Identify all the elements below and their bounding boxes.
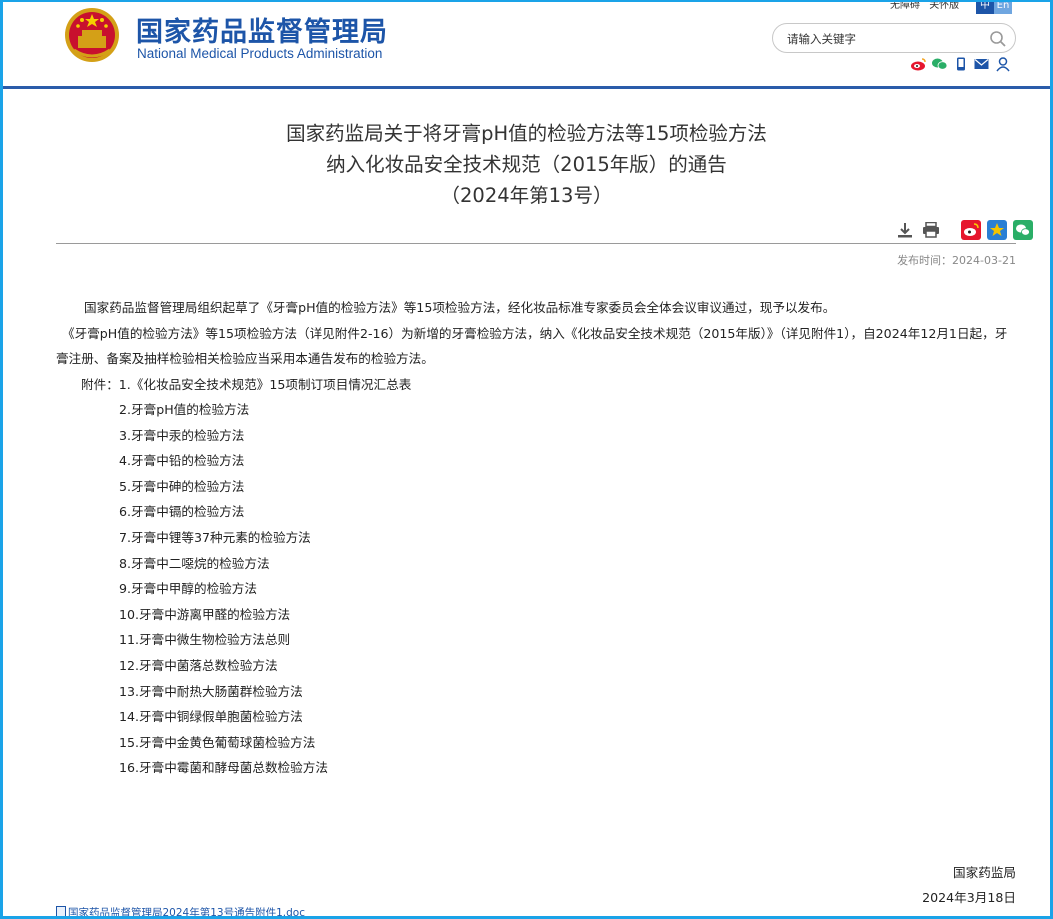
search-input[interactable] bbox=[787, 30, 977, 48]
paragraph: 《牙膏pH值的检验方法》等15项检验方法（详见附件2-16）为新增的牙膏检验方法… bbox=[56, 325, 1008, 367]
list-item: 10.牙膏中游离甲醛的检验方法 bbox=[119, 606, 291, 622]
title-line: （2024年第13号） bbox=[440, 184, 613, 207]
list-item: 14.牙膏中铜绿假单胞菌检验方法 bbox=[119, 709, 303, 725]
attachments-label: 附件： bbox=[81, 376, 119, 392]
weibo-icon[interactable] bbox=[910, 56, 927, 72]
list-item: 5.牙膏中砷的检验方法 bbox=[119, 478, 245, 494]
print-icon[interactable] bbox=[921, 220, 941, 240]
list-item: 附件：1.《化妆品安全技术规范》15项制订项目情况汇总表 bbox=[56, 372, 1018, 398]
list-item: 4.牙膏中铅的检验方法 bbox=[119, 453, 245, 469]
user-icon[interactable] bbox=[994, 56, 1011, 72]
list-item: 12.牙膏中菌落总数检验方法 bbox=[119, 658, 278, 674]
lang-en-button[interactable]: En bbox=[994, 0, 1012, 14]
download-link-text[interactable]: 国家药品监督管理局2024年第13号通告附件1.doc bbox=[68, 907, 305, 919]
language-switch: 中 En bbox=[976, 0, 1012, 14]
signature-block: 国家药监局 2024年3月18日 bbox=[922, 860, 1016, 910]
list-item: 7.牙膏中锂等37种元素的检验方法 bbox=[119, 530, 311, 546]
download-icon[interactable] bbox=[895, 220, 915, 240]
mail-icon[interactable] bbox=[973, 56, 990, 72]
header-divider bbox=[0, 86, 1053, 89]
title-divider bbox=[56, 243, 1016, 244]
list-item: 8.牙膏中二噁烷的检验方法 bbox=[119, 555, 270, 571]
elder-care-link[interactable]: 关怀版 bbox=[929, 0, 959, 11]
mobile-icon[interactable] bbox=[952, 56, 969, 72]
top-links: 无障碍 关怀版 bbox=[890, 0, 965, 11]
list-item: 3.牙膏中汞的检验方法 bbox=[119, 427, 245, 443]
title-line: 纳入化妆品安全技术规范（2015年版）的通告 bbox=[326, 153, 727, 176]
attachments-list: 附件：1.《化妆品安全技术规范》15项制订项目情况汇总表 2.牙膏pH值的检验方… bbox=[56, 372, 1018, 782]
national-emblem-icon bbox=[65, 8, 119, 62]
list-item: 13.牙膏中耐热大肠菌群检验方法 bbox=[119, 683, 303, 699]
title-line: 国家药监局关于将牙膏pH值的检验方法等15项检验方法 bbox=[286, 122, 767, 145]
site-name-en[interactable]: National Medical Products Administration bbox=[137, 46, 382, 61]
signature: 国家药监局 bbox=[953, 865, 1016, 880]
social-links bbox=[910, 56, 1011, 72]
article-title: 国家药监局关于将牙膏pH值的检验方法等15项检验方法 纳入化妆品安全技术规范（2… bbox=[0, 118, 1053, 211]
list-item: 9.牙膏中甲醇的检验方法 bbox=[119, 581, 257, 597]
doc-file-icon bbox=[56, 906, 66, 917]
site-name-cn[interactable]: 国家药品监督管理局 bbox=[136, 10, 388, 49]
search-box bbox=[772, 23, 1016, 53]
list-item: 6.牙膏中镉的检验方法 bbox=[119, 504, 245, 520]
attachment-download-link[interactable]: 国家药品监督管理局2024年第13号通告附件1.doc bbox=[56, 905, 305, 919]
article-body: 国家药品监督管理局组织起草了《牙膏pH值的检验方法》等15项检验方法，经化妆品标… bbox=[56, 295, 1018, 781]
wechat-share-icon[interactable] bbox=[1013, 220, 1033, 240]
attachment-title: 1.《化妆品安全技术规范》15项制订项目情况汇总表 bbox=[118, 376, 412, 392]
site-header: 国家药品监督管理局 National Medical Products Admi… bbox=[0, 0, 1053, 86]
list-item: 15.牙膏中金黄色葡萄球菌检验方法 bbox=[119, 734, 316, 750]
list-item: 11.牙膏中微生物检验方法总则 bbox=[119, 632, 291, 648]
list-item: 2.牙膏pH值的检验方法 bbox=[119, 402, 250, 418]
wechat-icon[interactable] bbox=[931, 56, 948, 72]
favorite-icon[interactable] bbox=[987, 220, 1007, 240]
sign-date: 2024年3月18日 bbox=[922, 890, 1016, 905]
search-icon[interactable] bbox=[989, 30, 1007, 48]
article-tools bbox=[895, 220, 1033, 240]
paragraph: 国家药品监督管理局组织起草了《牙膏pH值的检验方法》等15项检验方法，经化妆品标… bbox=[84, 300, 836, 315]
list-item: 16.牙膏中霉菌和酵母菌总数检验方法 bbox=[119, 760, 328, 776]
weibo-share-icon[interactable] bbox=[961, 220, 981, 240]
accessibility-link[interactable]: 无障碍 bbox=[890, 0, 920, 11]
publish-date: 发布时间：2024-03-21 bbox=[897, 254, 1016, 267]
lang-cn-button[interactable]: 中 bbox=[976, 0, 994, 14]
